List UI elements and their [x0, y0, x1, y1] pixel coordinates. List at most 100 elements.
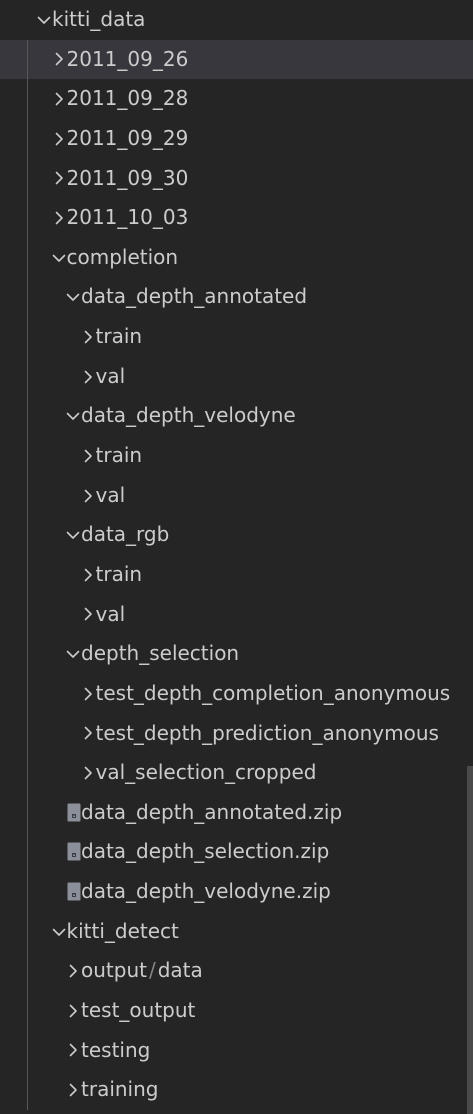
tree-item-label: val	[96, 476, 126, 516]
tree-item-label: depth_selection	[81, 634, 239, 674]
indent-guide	[27, 515, 28, 555]
tree-item-name: data_rgb	[81, 522, 170, 547]
tree-item-name: output	[81, 958, 147, 983]
indent-guide	[27, 554, 28, 595]
chevron-right-icon[interactable]	[78, 595, 98, 635]
chevron-right-icon[interactable]	[63, 1070, 83, 1110]
tree-folder-item[interactable]: train	[0, 436, 473, 476]
tree-folder-item[interactable]: output / data	[0, 951, 473, 992]
tree-item-name: val	[95, 482, 126, 507]
tree-item-label: 2011_09_30	[67, 159, 189, 199]
chevron-right-icon[interactable]	[49, 40, 69, 80]
tree-folder-item[interactable]: data_depth_velodyne	[0, 396, 473, 437]
tree-folder-item[interactable]: test_depth_completion_anonymous	[0, 673, 473, 714]
tree-file-item[interactable]: data_depth_selection.zip	[0, 832, 473, 873]
tree-folder-item[interactable]: completion	[0, 237, 473, 278]
tree-item-name-compact: data	[157, 958, 203, 983]
indent-guide	[27, 911, 28, 952]
chevron-down-icon[interactable]	[63, 515, 83, 555]
indent-guide	[27, 673, 28, 714]
tree-folder-item[interactable]: data_depth_annotated	[0, 277, 473, 318]
tree-folder-item[interactable]: testing	[0, 1030, 473, 1071]
tree-item-label: data_depth_velodyne.zip	[81, 872, 331, 912]
tree-item-name: kitti_detect	[66, 918, 179, 943]
explorer-tree: kitti_data 2011_09_26 2011_09_28 2011_09_29…	[0, 0, 473, 1114]
tree-file-item[interactable]: data_depth_annotated.zip	[0, 792, 473, 833]
chevron-right-icon[interactable]	[78, 436, 98, 476]
chevron-right-icon[interactable]	[63, 951, 83, 991]
zip-file-icon	[67, 842, 81, 861]
tree-item-name: train	[95, 443, 143, 468]
tree-item-name: data_depth_annotated.zip	[81, 799, 343, 824]
chevron-right-icon[interactable]	[78, 476, 98, 516]
indent-guide	[27, 872, 28, 912]
tree-item-label: val_selection_cropped	[96, 753, 317, 793]
indent-guide	[27, 317, 28, 357]
tree-folder-item[interactable]: 2011_09_28	[0, 79, 473, 119]
tree-item-name: training	[81, 1077, 159, 1102]
tree-folder-item[interactable]: depth_selection	[0, 634, 473, 674]
tree-folder-item[interactable]: kitti_data	[0, 0, 473, 40]
chevron-right-icon[interactable]	[63, 1031, 83, 1071]
chevron-right-icon[interactable]	[49, 79, 69, 119]
tree-item-name: 2011_09_28	[66, 86, 189, 111]
tree-item-label: 2011_09_26	[67, 40, 189, 80]
tree-folder-item[interactable]: test_output	[0, 991, 473, 1031]
tree-folder-item[interactable]: training	[0, 1070, 473, 1110]
chevron-right-icon[interactable]	[78, 317, 98, 357]
path-separator: /	[148, 958, 156, 983]
indent-guide	[27, 832, 28, 873]
indent-guide	[27, 158, 28, 199]
tree-item-name: data_depth_annotated	[81, 284, 308, 309]
tree-folder-item[interactable]: val	[0, 594, 473, 635]
chevron-right-icon[interactable]	[78, 714, 98, 754]
chevron-right-icon[interactable]	[49, 119, 69, 159]
chevron-down-icon[interactable]	[63, 396, 83, 436]
tree-item-name: 2011_09_26	[66, 46, 189, 71]
tree-item-label: data_depth_annotated	[81, 277, 307, 317]
chevron-down-icon[interactable]	[63, 634, 83, 674]
tree-folder-item[interactable]: kitti_detect	[0, 911, 473, 952]
indent-guide	[27, 79, 28, 119]
chevron-down-icon[interactable]	[63, 277, 83, 317]
tree-item-label: train	[96, 436, 143, 476]
chevron-right-icon[interactable]	[49, 159, 69, 199]
chevron-right-icon[interactable]	[78, 674, 98, 714]
tree-folder-item[interactable]: train	[0, 317, 473, 357]
tree-item-label: 2011_10_03	[67, 198, 189, 238]
indent-guide	[27, 39, 28, 80]
tree-folder-item[interactable]: 2011_10_03	[0, 198, 473, 238]
chevron-right-icon[interactable]	[78, 753, 98, 793]
tree-item-name: kitti_data	[52, 7, 146, 31]
tree-folder-item[interactable]: data_rgb	[0, 515, 473, 555]
indent-guide	[27, 1030, 28, 1071]
tree-folder-item[interactable]: 2011_09_30	[0, 158, 473, 199]
chevron-right-icon[interactable]	[49, 198, 69, 238]
tree-item-name: completion	[66, 244, 179, 269]
chevron-right-icon[interactable]	[78, 555, 98, 595]
tree-item-label: test_output	[81, 991, 195, 1031]
chevron-right-icon[interactable]	[78, 357, 98, 397]
chevron-down-icon[interactable]	[34, 0, 54, 40]
tree-item-name: test_output	[81, 998, 196, 1023]
tree-item-label: test_depth_completion_anonymous	[96, 674, 451, 714]
tree-folder-item[interactable]: train	[0, 554, 473, 595]
chevron-right-icon[interactable]	[63, 991, 83, 1031]
indent-guide	[27, 277, 28, 318]
tree-folder-item[interactable]: test_depth_prediction_anonymous	[0, 713, 473, 754]
tree-item-name: test_depth_completion_anonymous	[95, 680, 451, 705]
tree-item-label: train	[96, 317, 143, 357]
tree-folder-item[interactable]: val_selection_cropped	[0, 753, 473, 793]
tree-item-label: testing	[81, 1031, 150, 1071]
tree-folder-item[interactable]: 2011_09_26	[0, 39, 473, 80]
scrollbar-thumb[interactable]	[467, 766, 473, 1114]
chevron-down-icon[interactable]	[49, 238, 69, 278]
tree-item-name: 2011_09_30	[66, 165, 189, 190]
tree-file-item[interactable]: data_depth_velodyne.zip	[0, 872, 473, 912]
tree-folder-item[interactable]: val	[0, 356, 473, 397]
indent-guide	[27, 396, 28, 437]
tree-folder-item[interactable]: 2011_09_29	[0, 118, 473, 159]
indent-guide	[27, 356, 28, 397]
tree-folder-item[interactable]: val	[0, 475, 473, 516]
chevron-down-icon[interactable]	[49, 912, 69, 952]
